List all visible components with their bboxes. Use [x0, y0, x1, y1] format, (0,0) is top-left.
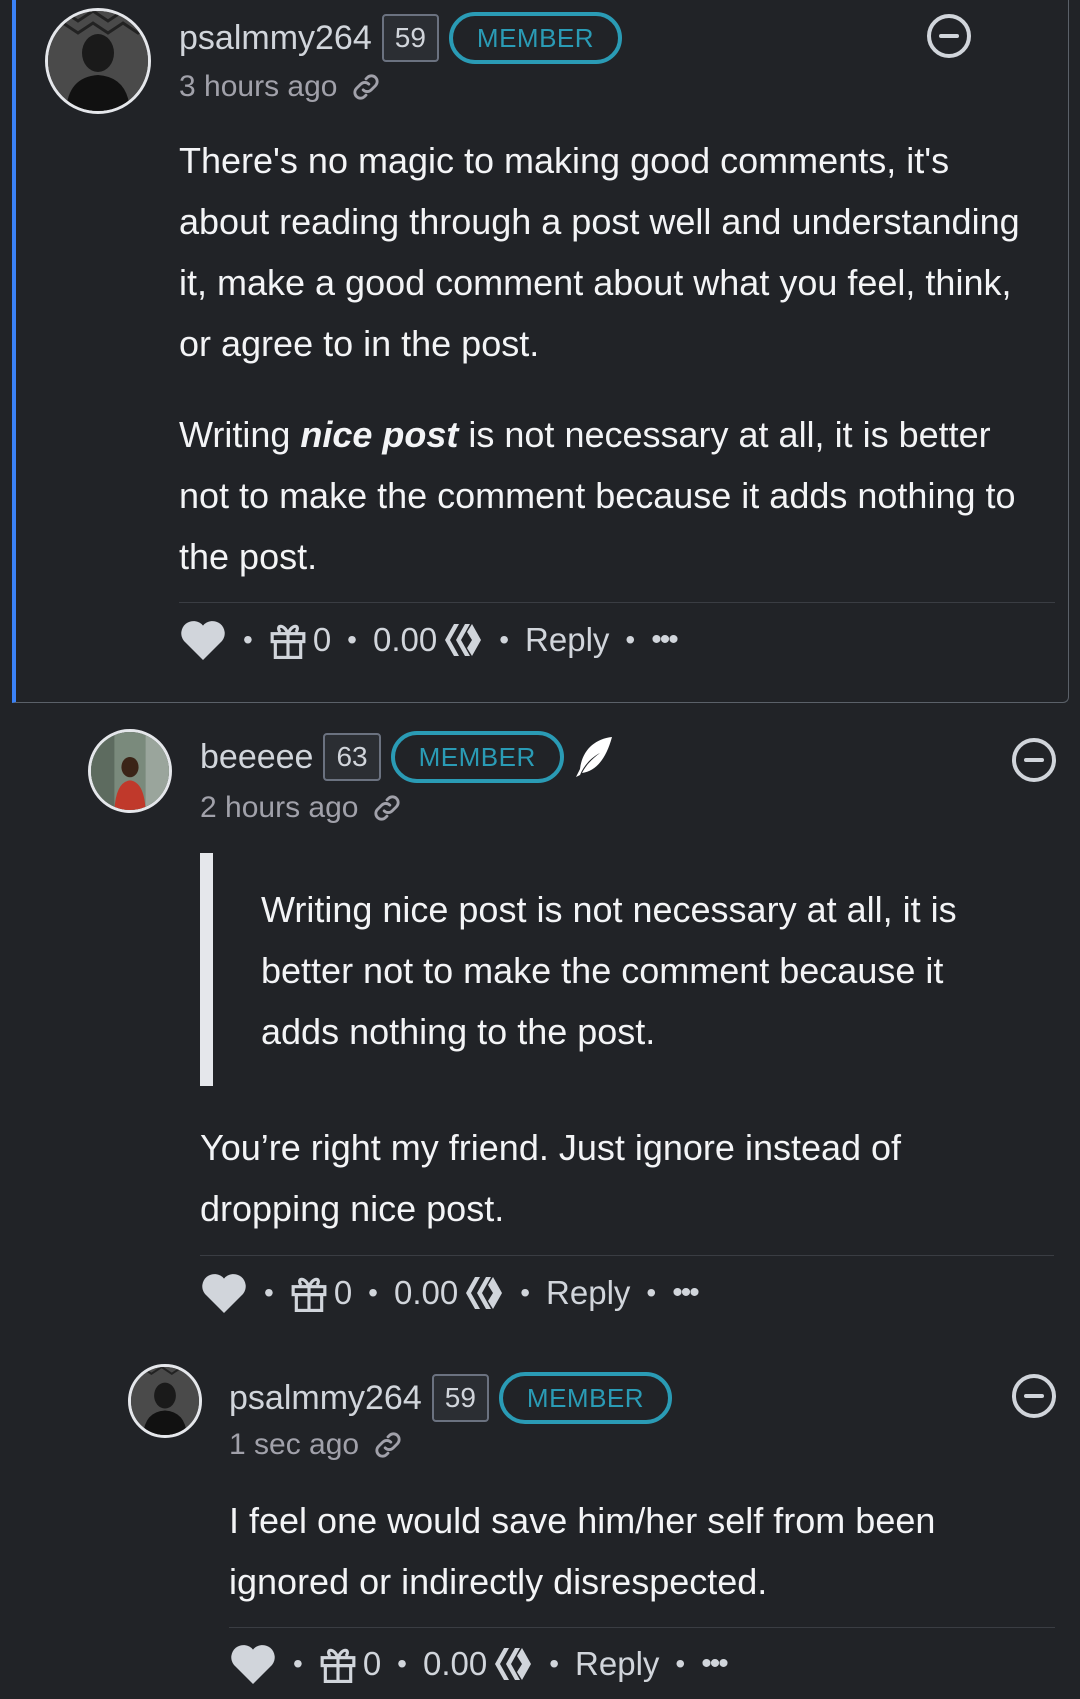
action-bar: • 0 • 0.00 • Reply • •••: [200, 1271, 700, 1315]
gift-icon: [270, 624, 306, 659]
author-row: psalmmy264 59 MEMBER: [179, 12, 623, 64]
separator: •: [675, 1648, 686, 1679]
username[interactable]: psalmmy264: [179, 19, 372, 58]
reputation-badge: 59: [431, 1374, 489, 1422]
gift-icon: [320, 1648, 356, 1683]
comments-thread: psalmmy264 59 MEMBER 3 hours ago There's…: [0, 0, 1080, 1699]
separator: •: [499, 624, 510, 655]
reputation-badge: 59: [381, 14, 439, 62]
action-bar: • 0 • 0.00 • Reply • •••: [229, 1642, 729, 1686]
minus-circle-icon: [1024, 1394, 1044, 1398]
emphasis-text: nice post: [300, 414, 459, 455]
comment-body: I feel one would save him/her self from …: [229, 1490, 1049, 1642]
avatar[interactable]: [88, 729, 172, 813]
hive-icon: [495, 1648, 532, 1680]
payout-group[interactable]: 0.00: [394, 1274, 504, 1312]
username[interactable]: psalmmy264: [229, 1379, 422, 1418]
link-icon[interactable]: [349, 70, 383, 104]
comment-3: psalmmy264 59 MEMBER 1 sec ago I feel on…: [0, 1340, 1080, 1699]
timestamp[interactable]: 1 sec ago: [229, 1428, 359, 1462]
minus-circle-icon: [1024, 758, 1044, 762]
gift-group[interactable]: 0: [290, 1272, 352, 1314]
paragraph: I feel one would save him/her self from …: [229, 1500, 936, 1602]
paragraph: Writing nice post is not necessary at al…: [179, 404, 1049, 587]
payout-value: 0.00: [393, 1274, 459, 1311]
link-icon[interactable]: [371, 1428, 405, 1462]
collapse-button[interactable]: [1012, 1374, 1056, 1418]
more-icon[interactable]: •••: [701, 1647, 728, 1681]
member-badge: MEMBER: [390, 731, 564, 783]
author-row: beeeee 63 MEMBER: [200, 731, 614, 783]
quote-text: Writing nice post is not necessary at al…: [261, 889, 957, 1052]
payout-value: 0.00: [372, 621, 438, 658]
divider: [200, 1255, 1054, 1256]
member-badge: MEMBER: [498, 1372, 673, 1424]
hive-icon: [466, 1277, 503, 1309]
gift-count: 0: [333, 1274, 353, 1311]
separator: •: [368, 1277, 378, 1308]
collapse-button[interactable]: [927, 14, 971, 58]
separator: •: [243, 624, 253, 655]
username[interactable]: beeeee: [200, 738, 313, 777]
reply-button[interactable]: Reply: [575, 1645, 659, 1683]
separator: •: [625, 624, 636, 655]
separator: •: [520, 1277, 531, 1308]
divider: [229, 1627, 1055, 1628]
avatar[interactable]: [128, 1364, 202, 1438]
avatar[interactable]: [45, 8, 151, 114]
gift-group[interactable]: 0: [269, 619, 331, 661]
feather-icon: [575, 737, 612, 777]
blockquote: Writing nice post is not necessary at al…: [200, 853, 1020, 1086]
comment-1: psalmmy264 59 MEMBER 3 hours ago There's…: [12, 0, 1069, 703]
heart-icon[interactable]: [200, 1271, 248, 1315]
avatar-photo: [91, 732, 169, 810]
avatar-photo: [131, 1367, 199, 1435]
action-bar: • 0 • 0.00 • Reply • •••: [179, 618, 679, 662]
more-icon[interactable]: •••: [672, 1276, 699, 1310]
payout-group[interactable]: 0.00: [373, 621, 483, 659]
timestamp[interactable]: 2 hours ago: [200, 791, 358, 825]
comment-body: There's no magic to making good comments…: [179, 130, 1049, 617]
separator: •: [646, 1277, 657, 1308]
more-icon[interactable]: •••: [651, 623, 678, 657]
separator: •: [397, 1648, 407, 1679]
reply-button[interactable]: Reply: [546, 1274, 630, 1312]
text-segment: Writing: [179, 414, 301, 455]
timestamp[interactable]: 3 hours ago: [179, 70, 337, 104]
gift-group[interactable]: 0: [319, 1643, 381, 1685]
heart-icon[interactable]: [229, 1642, 277, 1686]
separator: •: [293, 1648, 303, 1679]
comment-body: You’re right my friend. Just ignore inst…: [200, 1117, 1020, 1269]
hive-icon: [445, 624, 482, 656]
timestamp-row: 2 hours ago: [200, 791, 404, 825]
author-row: psalmmy264 59 MEMBER: [229, 1372, 673, 1424]
gift-count: 0: [362, 1645, 382, 1682]
payout-group[interactable]: 0.00: [423, 1645, 533, 1683]
gift-count: 0: [312, 621, 332, 658]
reply-button[interactable]: Reply: [525, 621, 609, 659]
link-icon[interactable]: [370, 791, 404, 825]
member-badge: MEMBER: [448, 12, 623, 64]
payout-value: 0.00: [422, 1645, 488, 1682]
minus-circle-icon: [939, 34, 959, 38]
timestamp-row: 3 hours ago: [179, 70, 383, 104]
paragraph: You’re right my friend. Just ignore inst…: [200, 1127, 902, 1229]
gift-icon: [291, 1277, 327, 1312]
collapse-button[interactable]: [1012, 738, 1056, 782]
comment-2: beeeee 63 MEMBER 2 hours ago Writing nic…: [0, 703, 1080, 1333]
separator: •: [549, 1648, 560, 1679]
heart-icon[interactable]: [179, 618, 227, 662]
reputation-badge: 63: [323, 733, 381, 781]
separator: •: [347, 624, 357, 655]
divider: [179, 602, 1055, 603]
avatar-photo: [48, 11, 148, 111]
separator: •: [264, 1277, 274, 1308]
paragraph: There's no magic to making good comments…: [179, 140, 1020, 364]
timestamp-row: 1 sec ago: [229, 1428, 405, 1462]
